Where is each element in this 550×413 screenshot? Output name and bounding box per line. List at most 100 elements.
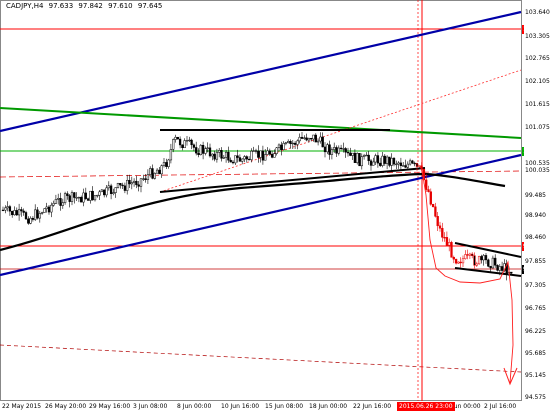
candle-body [130, 182, 133, 185]
price-scale-label: 95.685 [525, 350, 546, 357]
candle-body [54, 199, 58, 204]
candle-body [333, 147, 336, 150]
candle-body [52, 202, 55, 206]
time-scale-label: 22 Jun 16:00 [353, 403, 392, 410]
candle-body [443, 237, 446, 239]
candle-body [158, 169, 161, 175]
candle-body [413, 162, 416, 165]
price-scale-label: 95.145 [525, 372, 546, 379]
candle-body [289, 141, 292, 144]
candle-body [475, 263, 478, 266]
candle-body [231, 161, 235, 164]
price-scale-label: 102.765 [525, 55, 550, 62]
candle-body [142, 178, 145, 180]
candle-body [68, 195, 71, 202]
range-bottom-line[interactable] [159, 167, 426, 193]
candle-body [93, 195, 97, 201]
candles-group [1, 132, 513, 281]
candle-body [155, 169, 159, 174]
candle-body [397, 162, 400, 165]
candle-body [349, 152, 352, 156]
candle-body [482, 255, 485, 261]
candle-body [319, 136, 322, 142]
ohlc-open: 97.633 [48, 2, 74, 10]
candle-body [323, 146, 327, 153]
candle-body [342, 148, 345, 150]
price-scale-label: 101.075 [525, 124, 550, 131]
candle-body [305, 137, 308, 141]
candle-body [351, 152, 354, 156]
candle-body [123, 185, 127, 191]
candle-body [374, 155, 377, 163]
candle-body [199, 144, 202, 156]
candle-body [201, 144, 205, 154]
candle-body [75, 197, 78, 199]
candle-body [6, 206, 9, 209]
candle-body [383, 155, 386, 164]
price-scale-label: 103.640 [525, 9, 550, 16]
candle-body [114, 187, 117, 193]
candle-body [337, 147, 340, 154]
candle-body [80, 197, 83, 203]
candle-body [100, 189, 104, 193]
candle-body [169, 149, 173, 161]
candle-body [215, 152, 219, 160]
candle-body [17, 209, 21, 216]
candle-body [369, 160, 373, 166]
candle-body [98, 191, 101, 196]
candle-body [252, 150, 255, 152]
candle-body [84, 192, 87, 199]
candle-body [468, 253, 472, 256]
price-chart[interactable] [0, 0, 550, 413]
candle-body [335, 147, 338, 154]
candle-body [457, 261, 460, 264]
dashed-level-line-2[interactable] [0, 344, 522, 373]
candle-body [360, 156, 363, 167]
price-scale-label: 103.305 [525, 33, 550, 40]
candle-body [63, 193, 67, 203]
candle-body [303, 137, 306, 139]
candle-body [284, 142, 288, 144]
candle-body [227, 151, 230, 161]
time-scale-label: 18 Jun 00:00 [309, 403, 348, 410]
candle-body [500, 266, 504, 271]
candle-body [119, 182, 122, 186]
candle-body [247, 158, 251, 161]
candle-body [459, 261, 462, 264]
candle-body [204, 148, 207, 154]
time-scale-label: Jun 00:00 [452, 403, 481, 410]
candle-body [434, 206, 437, 217]
candle-body [307, 138, 311, 141]
candle-body [222, 157, 225, 159]
chart-window[interactable]: CADJPY,H4 97.633 97.842 97.610 97.645 10… [0, 0, 550, 413]
candle-body [268, 150, 271, 155]
candle-body [275, 147, 278, 154]
candle-body [229, 159, 232, 163]
time-scale-label: 15 Jun 08:00 [265, 403, 304, 410]
candle-body [420, 165, 423, 170]
candle-body [73, 192, 76, 198]
price-scale-label: 100.535 [525, 160, 550, 167]
price-scale-label: 94.575 [525, 394, 546, 401]
price-scale-label: 97.305 [525, 282, 546, 289]
moving-average-line[interactable] [0, 172, 506, 252]
candle-body [436, 216, 439, 227]
time-scale-label: 29 May 16:00 [89, 403, 131, 410]
resistance-price-tag: 103.445 [522, 25, 548, 34]
candle-body [224, 151, 228, 158]
channel-lower-line[interactable] [0, 153, 522, 277]
candle-body [356, 153, 359, 163]
candle-body [452, 257, 455, 260]
green-trend-line[interactable] [0, 107, 522, 139]
projection-path[interactable] [421, 169, 514, 384]
candle-body [165, 162, 168, 167]
candle-body [431, 204, 435, 208]
candle-body [254, 150, 258, 152]
candle-body [282, 143, 285, 150]
candle-body [66, 193, 69, 196]
candle-body [70, 192, 74, 202]
candle-body [402, 165, 405, 167]
candle-body [484, 255, 488, 261]
candle-body [116, 182, 120, 188]
candle-body [149, 168, 152, 175]
